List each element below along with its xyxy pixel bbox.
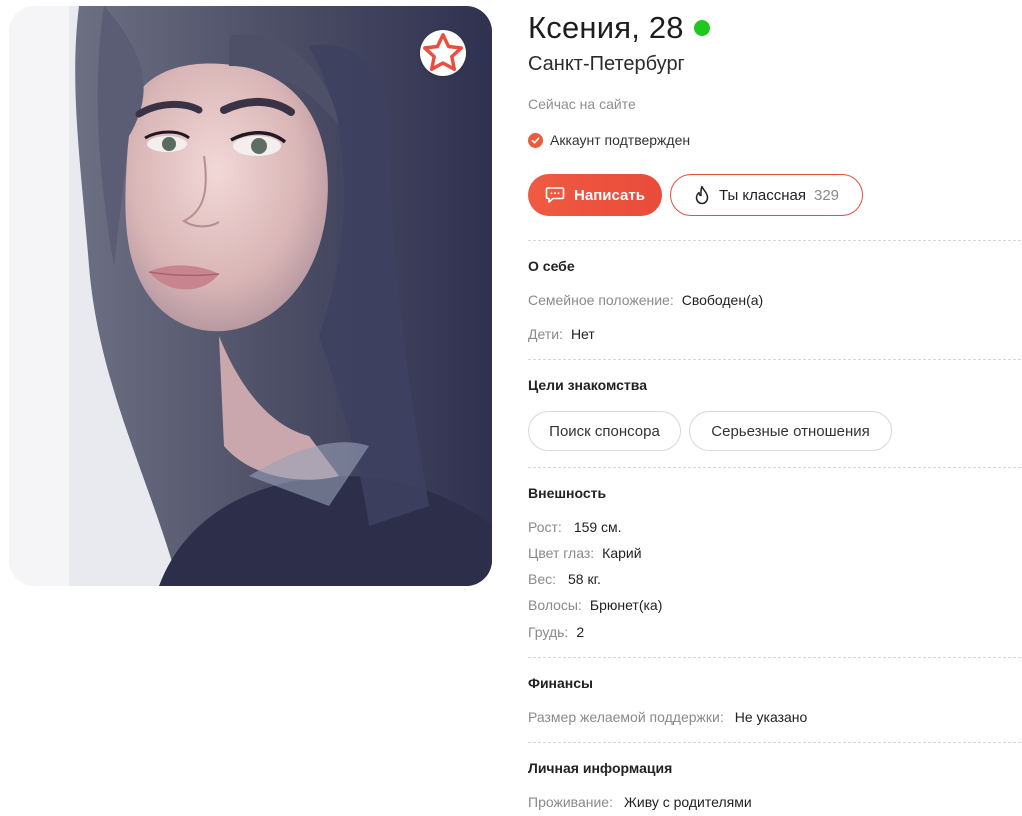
- row-value: Карий: [602, 545, 642, 561]
- verified-text: Аккаунт подтвержден: [550, 132, 691, 148]
- chat-bubble-icon: [545, 186, 565, 204]
- about-title: О себе: [528, 258, 575, 274]
- online-status: Сейчас на сайте: [528, 96, 636, 112]
- star-outline-icon: [423, 33, 463, 72]
- row-label: Проживание:: [528, 794, 613, 810]
- about-row-children: Дети: Нет: [528, 326, 595, 342]
- appearance-row-chest: Грудь: 2: [528, 624, 584, 640]
- finance-row-support: Размер желаемой поддержки: Не указано: [528, 709, 807, 725]
- profile-city: Санкт-Петербург: [528, 53, 685, 75]
- check-circle-icon: [528, 132, 543, 148]
- verified-badge: Аккаунт подтвержден: [528, 132, 690, 148]
- appearance-row-weight: Вес: 58 кг.: [528, 571, 601, 587]
- online-indicator-icon: [693, 20, 710, 36]
- appearance-row-height: Рост: 159 см.: [528, 519, 622, 535]
- personal-title: Личная информация: [528, 760, 673, 776]
- row-label: Рост:: [528, 519, 562, 535]
- row-label: Вес:: [528, 571, 557, 587]
- row-label: Грудь:: [528, 624, 569, 640]
- divider: [528, 240, 1021, 241]
- flame-icon: [694, 185, 710, 205]
- write-message-button[interactable]: Написать: [528, 174, 662, 216]
- row-label: Цвет глаз:: [528, 545, 595, 561]
- row-label: Размер желаемой поддержки:: [528, 709, 724, 725]
- divider: [528, 467, 1021, 468]
- appearance-row-eyes: Цвет глаз: Карий: [528, 545, 642, 561]
- write-message-label: Написать: [574, 186, 645, 204]
- row-value: 2: [576, 624, 585, 640]
- appearance-row-hair: Волосы: Брюнет(ка): [528, 597, 662, 613]
- row-value: 159 см.: [573, 519, 622, 535]
- row-label: Волосы:: [528, 597, 582, 613]
- row-value: Нет: [570, 326, 595, 342]
- row-value: Брюнет(ка): [589, 597, 663, 613]
- profile-photo-image: [9, 6, 492, 586]
- divider: [528, 657, 1021, 658]
- divider: [528, 359, 1021, 360]
- row-value: Не указано: [734, 709, 808, 725]
- row-value: Свободен(а): [681, 292, 764, 308]
- row-label: Семейное положение:: [528, 292, 674, 308]
- divider: [528, 742, 1021, 743]
- appearance-title: Внешность: [528, 485, 607, 501]
- goal-tag-serious[interactable]: Серьезные отношения: [689, 411, 892, 451]
- goal-tag-sponsor[interactable]: Поиск спонсора: [528, 411, 681, 451]
- row-label: Дети:: [528, 326, 563, 342]
- row-value: Живу с родителями: [623, 794, 752, 810]
- compliment-count: 329: [814, 186, 840, 204]
- row-value: 58 кг.: [568, 571, 601, 587]
- favorite-button[interactable]: [420, 30, 466, 76]
- personal-row-living: Проживание: Живу с родителями: [528, 794, 752, 810]
- name-row: Ксения, 28: [528, 8, 710, 48]
- about-row-marital: Семейное положение: Свободен(а): [528, 292, 763, 308]
- profile-photo[interactable]: [9, 6, 492, 586]
- compliment-label: Ты классная: [718, 186, 806, 204]
- finance-title: Финансы: [528, 675, 593, 691]
- goals-title: Цели знакомства: [528, 377, 647, 393]
- compliment-button[interactable]: Ты классная 329: [670, 174, 863, 216]
- profile-name-age: Ксения, 28: [528, 10, 684, 45]
